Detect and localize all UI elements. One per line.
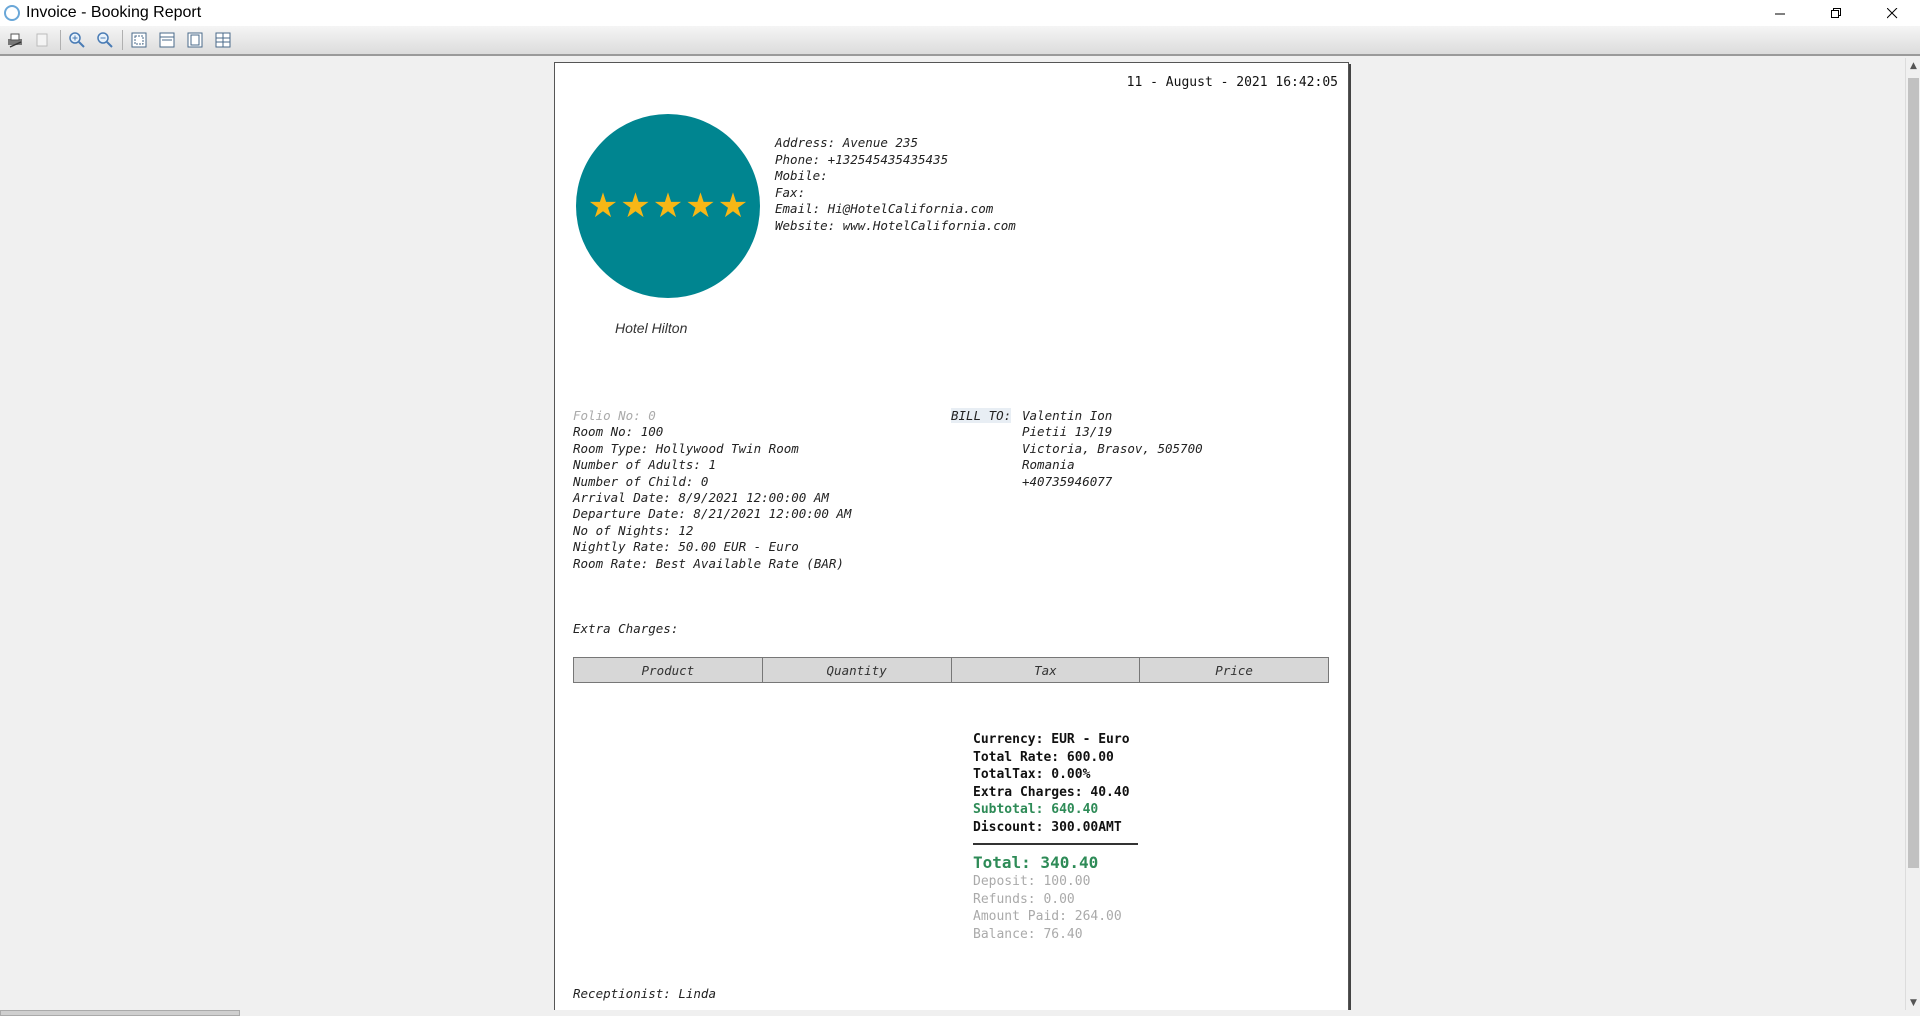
- actual-size-icon: [131, 32, 147, 48]
- star-icon: ★: [652, 186, 684, 226]
- zoom-out-button[interactable]: [94, 29, 116, 51]
- star-icon: ★: [685, 186, 716, 226]
- page-width-button[interactable]: [156, 29, 178, 51]
- multiple-pages-icon: [215, 32, 231, 48]
- nightly-rate: Nightly Rate: 50.00 EUR - Euro: [573, 539, 799, 555]
- hotel-logo: ★ ★ ★ ★ ★: [576, 114, 760, 298]
- contact-fax: Fax:: [775, 184, 806, 200]
- extra-charges-table: Product Quantity Tax Price: [573, 657, 1329, 683]
- room-type: Room Type: Hollywood Twin Room: [573, 440, 799, 456]
- horizontal-scrollbar[interactable]: [0, 1010, 240, 1016]
- bill-to-city: Victoria, Brasov, 505700: [1022, 440, 1203, 456]
- zoom-in-icon: [69, 32, 85, 48]
- contact-mobile: Mobile:: [775, 168, 828, 183]
- contact-website: Website: www.HotelCalifornia.com: [775, 217, 1016, 233]
- deposit: Deposit: 100.00: [973, 874, 1091, 889]
- column-header-price: Price: [1215, 662, 1253, 678]
- booking-details: Folio No: 0 Room No: 100 Room Type: Holl…: [573, 408, 851, 572]
- grand-total: Total: 340.40: [973, 853, 1099, 872]
- restore-button[interactable]: [1808, 0, 1864, 26]
- title-bar: Invoice - Booking Report: [0, 0, 1920, 26]
- print-button[interactable]: [4, 29, 26, 51]
- contact-email: Email: Hi@HotelCalifornia.com: [775, 201, 994, 216]
- number-of-child: Number of Child: 0: [573, 473, 709, 489]
- minimize-button[interactable]: [1752, 0, 1808, 26]
- bill-to-street: Pietii 13/19: [1022, 424, 1113, 440]
- copy-icon: [36, 33, 48, 47]
- scroll-down-arrow[interactable]: ▼: [1906, 995, 1920, 1010]
- print-icon: [8, 33, 22, 48]
- whole-page-button[interactable]: [184, 29, 206, 51]
- window-title: Invoice - Booking Report: [26, 4, 202, 21]
- multiple-pages-button[interactable]: [212, 29, 234, 51]
- bill-to-label: BILL TO:: [951, 408, 1012, 423]
- toolbar-separator: [60, 30, 61, 50]
- close-icon: [1886, 7, 1897, 18]
- total-rate: Total Rate: 600.00: [973, 749, 1114, 765]
- hotel-contact-block: Address: Avenue 235 Phone: +132545435435…: [775, 135, 1016, 234]
- actual-size-button[interactable]: [128, 29, 150, 51]
- scroll-up-arrow[interactable]: ▲: [1906, 58, 1920, 73]
- refunds: Refunds: 0.00: [973, 891, 1075, 907]
- star-icon: ★: [587, 186, 619, 226]
- report-viewer[interactable]: 11 - August - 2021 16:42:05 ★ ★ ★ ★ ★ Ho…: [0, 58, 1905, 1010]
- extra-charges-label: Extra Charges:: [573, 621, 679, 636]
- minimize-icon: [1774, 13, 1785, 14]
- room-number: Room No: 100: [573, 424, 664, 440]
- copy-button[interactable]: [32, 29, 54, 51]
- amount-paid: Amount Paid: 264.00: [973, 909, 1122, 924]
- receptionist: Receptionist: Linda: [573, 986, 716, 1001]
- star-icon: ★: [620, 186, 651, 226]
- zoom-in-button[interactable]: [66, 29, 88, 51]
- total-tax: TotalTax: 0.00%: [973, 767, 1091, 782]
- page-width-icon: [159, 32, 175, 48]
- folio-number: Folio No: 0: [573, 408, 656, 423]
- discount: Discount: 300.00AMT: [973, 819, 1122, 835]
- column-header-product: Product: [574, 658, 763, 682]
- scrollbar-thumb[interactable]: [1908, 78, 1919, 868]
- contact-phone: Phone: +132545435435435: [775, 151, 949, 167]
- app-icon: [4, 5, 20, 21]
- whole-page-icon: [187, 32, 203, 48]
- currency: Currency: EUR - Euro: [973, 732, 1130, 747]
- report-datetime: 11 - August - 2021 16:42:05: [1126, 75, 1338, 90]
- column-header-tax: Tax: [952, 658, 1141, 682]
- totals-block: Currency: EUR - Euro Total Rate: 600.00 …: [973, 731, 1138, 943]
- room-rate: Room Rate: Best Available Rate (BAR): [573, 555, 844, 571]
- window-controls: [1752, 0, 1920, 26]
- number-of-adults: Number of Adults: 1: [573, 457, 716, 473]
- restore-icon: [1830, 7, 1841, 18]
- report-page: 11 - August - 2021 16:42:05 ★ ★ ★ ★ ★ Ho…: [554, 62, 1349, 1010]
- arrival-date: Arrival Date: 8/9/2021 12:00:00 AM: [573, 490, 829, 506]
- departure-date: Departure Date: 8/21/2021 12:00:00 AM: [573, 506, 852, 522]
- toolbar: [0, 26, 1920, 56]
- rating-stars: ★ ★ ★ ★ ★: [588, 189, 748, 223]
- totals-divider: [973, 843, 1138, 845]
- contact-address: Address: Avenue 235: [775, 135, 918, 150]
- bill-to-country: Romania: [1022, 457, 1075, 473]
- bill-to-address: Valentin Ion Pietii 13/19 Victoria, Bras…: [1022, 408, 1203, 490]
- balance: Balance: 76.40: [973, 926, 1083, 942]
- star-icon: ★: [717, 186, 749, 226]
- column-header-quantity: Quantity: [763, 658, 952, 682]
- toolbar-separator: [122, 30, 123, 50]
- subtotal: Subtotal: 640.40: [973, 802, 1099, 817]
- vertical-scrollbar[interactable]: ▲ ▼: [1905, 58, 1920, 1010]
- number-of-nights: No of Nights: 12: [573, 522, 694, 538]
- bill-to-phone: +40735946077: [1022, 473, 1113, 489]
- hotel-name: Hotel Hilton: [615, 320, 688, 336]
- zoom-out-icon: [97, 32, 113, 48]
- bill-to-name: Valentin Ion: [1022, 408, 1113, 423]
- close-button[interactable]: [1864, 0, 1920, 26]
- extra-charges-total: Extra Charges: 40.40: [973, 784, 1130, 800]
